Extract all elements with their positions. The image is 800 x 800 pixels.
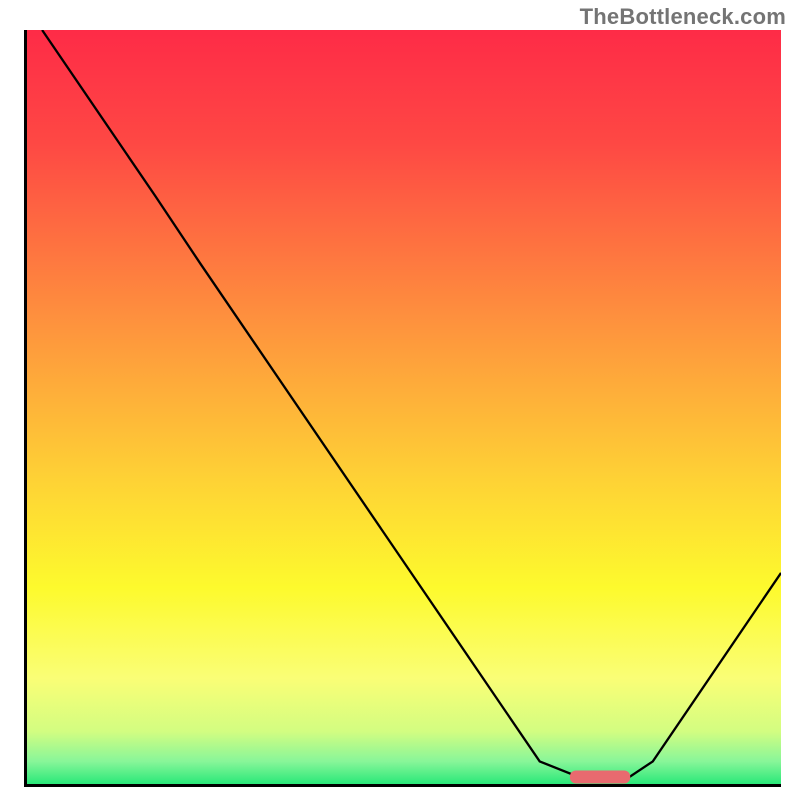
chart-container: TheBottleneck.com	[0, 0, 800, 800]
optimal-marker	[570, 771, 630, 784]
plot-area	[24, 30, 781, 787]
chart-svg	[27, 30, 781, 784]
watermark-text: TheBottleneck.com	[580, 4, 786, 30]
heatmap-background	[27, 30, 781, 784]
